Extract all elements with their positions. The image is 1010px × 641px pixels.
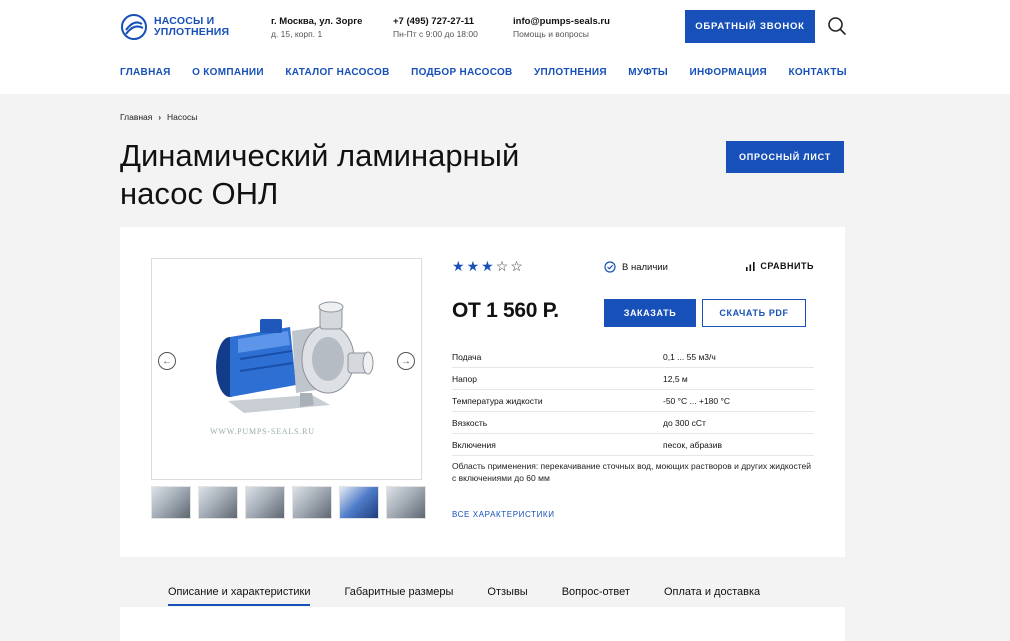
main-nav: ГЛАВНАЯ О КОМПАНИИ КАТАЛОГ НАСОСОВ ПОДБО… <box>120 67 847 78</box>
gallery-next-arrow-icon[interactable]: → <box>397 352 415 370</box>
price: ОТ 1 560 Р. <box>452 299 559 322</box>
phone-link[interactable]: +7 (495) 727-27-11 <box>393 16 478 28</box>
star-filled-icon[interactable]: ★ <box>452 258 465 274</box>
tab-description[interactable]: Описание и характеристики <box>168 586 311 606</box>
logo-icon <box>121 14 147 40</box>
nav-item-information[interactable]: ИНФОРМАЦИЯ <box>689 67 767 78</box>
tab-payment-delivery[interactable]: Оплата и доставка <box>664 586 760 606</box>
spec-value: до 300 сСт <box>663 417 706 428</box>
address-line-1: г. Москва, ул. Зорге <box>271 16 363 27</box>
email-block: info@pumps-seals.ru Помощь и вопросы <box>513 16 610 40</box>
logo[interactable]: НАСОСЫ И УПЛОТНЕНИЯ <box>120 13 230 41</box>
callback-button[interactable]: ОБРАТНЫЙ ЗВОНОК <box>685 10 815 43</box>
product-gallery: ← WWW.PUMPS-SEALS.RU → <box>151 258 422 480</box>
stock-status: В наличии <box>604 261 668 273</box>
order-button[interactable]: ЗАКАЗАТЬ <box>604 299 696 327</box>
nav-item-pump-selection[interactable]: ПОДБОР НАСОСОВ <box>411 67 513 78</box>
tab-dimensions[interactable]: Габаритные размеры <box>344 586 453 606</box>
tab-content-panel <box>120 607 845 641</box>
spec-value: 12,5 м <box>663 373 688 384</box>
gallery-thumbnails <box>151 486 426 519</box>
nav-item-home[interactable]: ГЛАВНАЯ <box>120 67 171 78</box>
page-title: Динамический ламинарный насос ОНЛ <box>120 137 640 213</box>
pump-image <box>216 301 374 413</box>
email-link[interactable]: info@pumps-seals.ru <box>513 16 610 28</box>
download-pdf-button[interactable]: СКАЧАТЬ PDF <box>702 299 806 327</box>
spec-row: Вязкость до 300 сСт <box>452 412 814 434</box>
nav-item-about[interactable]: О КОМПАНИИ <box>192 67 264 78</box>
rating-stars: ★ ★ ★ ☆ ☆ <box>452 258 523 274</box>
spec-row: Напор 12,5 м <box>452 368 814 390</box>
breadcrumb-current[interactable]: Насосы <box>167 112 197 122</box>
breadcrumb: Главная › Насосы <box>120 112 197 122</box>
thumbnail[interactable] <box>198 486 238 519</box>
site-header: НАСОСЫ И УПЛОТНЕНИЯ г. Москва, ул. Зорге… <box>0 0 1010 94</box>
spec-table: Подача 0,1 ... 55 м3/ч Напор 12,5 м Темп… <box>452 346 814 456</box>
spec-row: Включения песок, абразив <box>452 434 814 456</box>
phone-block: +7 (495) 727-27-11 Пн-Пт с 9:00 до 18:00 <box>393 16 478 40</box>
nav-item-seals[interactable]: УПЛОТНЕНИЯ <box>534 67 607 78</box>
check-circle-icon <box>604 261 616 273</box>
compare-button[interactable]: СРАВНИТЬ <box>746 261 814 271</box>
spec-value: песок, абразив <box>663 439 722 450</box>
product-card: ← WWW.PUMPS-SEALS.RU → ★ ★ ★ ☆ ☆ В налич… <box>120 227 845 557</box>
page-title-line-1: Динамический ламинарный <box>120 138 520 173</box>
spec-key: Включения <box>452 439 496 450</box>
spec-row: Температура жидкости -50 °C ... +180 °C <box>452 390 814 412</box>
spec-key: Напор <box>452 373 477 384</box>
compare-label: СРАВНИТЬ <box>760 261 814 271</box>
page-title-line-2: насос ОНЛ <box>120 176 279 211</box>
nav-item-couplings[interactable]: МУФТЫ <box>628 67 668 78</box>
work-hours: Пн-Пт с 9:00 до 18:00 <box>393 29 478 39</box>
star-filled-icon[interactable]: ★ <box>467 258 480 274</box>
thumbnail[interactable] <box>245 486 285 519</box>
image-watermark: WWW.PUMPS-SEALS.RU <box>210 427 315 436</box>
gallery-prev-arrow-icon[interactable]: ← <box>158 352 176 370</box>
tab-reviews[interactable]: Отзывы <box>487 586 527 606</box>
spec-row: Подача 0,1 ... 55 м3/ч <box>452 346 814 368</box>
star-empty-icon[interactable]: ☆ <box>496 258 509 274</box>
star-filled-icon[interactable]: ★ <box>481 258 494 274</box>
address-line-2: д. 15, корп. 1 <box>271 29 323 39</box>
nav-item-contacts[interactable]: КОНТАКТЫ <box>788 67 846 78</box>
spec-value: -50 °C ... +180 °C <box>663 395 731 406</box>
product-tabs: Описание и характеристики Габаритные раз… <box>168 586 760 606</box>
thumbnail[interactable] <box>151 486 191 519</box>
thumbnail[interactable] <box>292 486 332 519</box>
nav-item-pump-catalog[interactable]: КАТАЛОГ НАСОСОВ <box>285 67 389 78</box>
spec-key: Температура жидкости <box>452 395 543 406</box>
tab-questions[interactable]: Вопрос-ответ <box>562 586 630 606</box>
all-specs-link[interactable]: ВСЕ ХАРАКТЕРИСТИКИ <box>452 510 555 519</box>
spec-key: Вязкость <box>452 417 488 428</box>
application-description: Область применения: перекачивание сточны… <box>452 461 811 483</box>
search-icon[interactable] <box>826 15 848 37</box>
breadcrumb-separator: › <box>158 112 162 122</box>
bar-chart-icon <box>746 261 755 271</box>
stock-label: В наличии <box>622 261 668 273</box>
email-caption: Помощь и вопросы <box>513 29 589 39</box>
breadcrumb-home[interactable]: Главная <box>120 112 152 122</box>
logo-text: НАСОСЫ И УПЛОТНЕНИЯ <box>154 16 230 38</box>
address-block: г. Москва, ул. Зорге д. 15, корп. 1 <box>271 16 362 40</box>
logo-line-2: УПЛОТНЕНИЯ <box>154 26 230 38</box>
survey-sheet-button[interactable]: ОПРОСНЫЙ ЛИСТ <box>726 141 844 173</box>
star-empty-icon[interactable]: ☆ <box>510 258 523 274</box>
thumbnail[interactable] <box>339 486 379 519</box>
thumbnail[interactable] <box>386 486 426 519</box>
spec-key: Подача <box>452 351 482 362</box>
spec-value: 0,1 ... 55 м3/ч <box>663 351 716 362</box>
